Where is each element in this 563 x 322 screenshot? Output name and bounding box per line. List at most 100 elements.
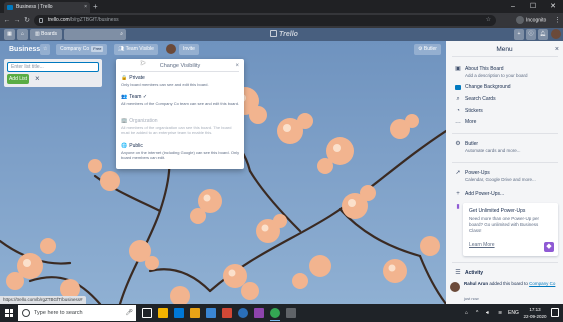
menu-change-background[interactable]: Change Background (454, 84, 560, 92)
incognito-indicator[interactable]: Incognito (516, 16, 546, 25)
browser-tab[interactable]: Business | Trello × (4, 2, 90, 13)
apps-icon[interactable]: ▦ (4, 29, 15, 40)
visibility-label: Team Visible (125, 46, 154, 52)
menu-about-board[interactable]: ▣ About This Board Add a description to … (454, 66, 560, 80)
globe-icon: 🌐 (121, 143, 128, 149)
trello-logo[interactable]: Trello (270, 29, 298, 40)
taskbar-search-box[interactable]: Type here to search 🎤︎ (18, 305, 136, 321)
edge-icon[interactable] (238, 308, 248, 318)
volume-icon[interactable]: 🔊︎ (486, 304, 489, 322)
close-window-icon[interactable]: ✕ (543, 0, 563, 13)
butler-label: Butler (423, 46, 437, 52)
visibility-option-private[interactable]: 🔒 Private Only board members can see and … (121, 75, 241, 87)
learn-more-link[interactable]: Learn More (469, 242, 495, 249)
back-icon[interactable]: ← (2, 13, 12, 28)
network-icon[interactable]: ⌂ (465, 304, 468, 322)
windows-start-icon[interactable] (5, 309, 13, 317)
visibility-popover: Change Visibility × 🔒 Private Only board … (116, 59, 244, 169)
list-title-input[interactable]: Enter list title... (7, 62, 99, 72)
notifications-bell-icon[interactable]: 🔔︎ (538, 29, 548, 40)
member-avatar[interactable] (166, 44, 176, 54)
address-bar[interactable]: trello.com/b/rgZTBGfT/business ☆ (34, 15, 496, 26)
lock-icon (39, 18, 43, 23)
chrome-menu-icon[interactable]: ⋮ (554, 13, 561, 28)
office-icon[interactable] (222, 308, 232, 318)
invite-button[interactable]: Invite (179, 44, 199, 55)
menu-divider (452, 162, 558, 163)
trello-favicon (7, 5, 13, 10)
app-icon[interactable] (254, 308, 264, 318)
app-icon[interactable] (286, 308, 296, 318)
menu-butler[interactable]: ⚙︎ Butler Automate cards and more... (454, 141, 560, 155)
clock-time: 17:13 (529, 307, 541, 312)
menu-power-ups[interactable]: ➚ Power-Ups Calendar, Google Drive and m… (454, 170, 560, 184)
menu-add-power-ups[interactable]: + Add Power-Ups... (454, 191, 560, 199)
notification-center-icon[interactable] (551, 308, 559, 317)
tray-arrow-icon[interactable]: ^ (476, 304, 478, 322)
popover-close-icon[interactable]: × (235, 62, 239, 70)
boards-button[interactable]: ▥ Boards (30, 29, 62, 40)
activity-user[interactable]: Rahul Arun (464, 281, 488, 286)
taskbar-clock[interactable]: 17:13 22-09-2020 (522, 306, 548, 320)
activity-user-avatar[interactable] (450, 282, 460, 292)
menu-more[interactable]: … More (454, 119, 560, 127)
reload-icon[interactable]: ↻ (22, 13, 32, 28)
wifi-icon[interactable]: ≋ (498, 304, 502, 322)
forward-icon[interactable]: → (12, 13, 22, 28)
header-search[interactable]: ⌕ (64, 29, 126, 40)
taskbar-search-placeholder: Type here to search (34, 310, 83, 316)
microphone-icon[interactable]: 🎤︎ (125, 305, 133, 321)
menu-divider (452, 133, 558, 134)
new-tab-button[interactable]: + (93, 1, 98, 12)
visibility-option-organization: 🏢 Organization All members of the organiz… (121, 118, 241, 135)
folder-icon[interactable] (190, 308, 200, 318)
visibility-option-public[interactable]: 🌐 Public Anyone on the internet (includin… (121, 143, 241, 160)
activity-entry: Rahul Arun added this board to Company C… (464, 281, 559, 287)
maximize-icon[interactable]: ☐ (523, 0, 543, 13)
trello-logo-icon (270, 30, 277, 37)
menu-item-label: Stickers (465, 108, 483, 114)
menu-activity[interactable]: ☰ Activity (454, 270, 560, 278)
board-icon: ▣ (455, 66, 461, 72)
about-title: About This Board (465, 66, 504, 72)
status-url-bubble: https://trello.com/b/rgZTBGfT/business# (0, 296, 86, 304)
home-icon[interactable]: ⌂ (17, 29, 28, 40)
chrome-icon[interactable] (270, 308, 280, 318)
menu-stickers[interactable]: ◔ Stickers (454, 108, 560, 116)
incognito-icon (516, 16, 524, 24)
visibility-button[interactable]: 👥︎ Team Visible (114, 44, 158, 55)
task-view-icon[interactable] (142, 308, 152, 318)
menu-divider (452, 56, 558, 57)
cancel-add-list-icon[interactable]: × (35, 74, 40, 84)
mail-icon[interactable] (206, 308, 216, 318)
star-board-icon[interactable]: ☆ (40, 44, 51, 55)
option-title: Team (129, 94, 142, 100)
trello-header: ▦ ⌂ ▥ Boards ⌕ Trello + ⓘ 🔔︎ (0, 28, 563, 41)
store-icon[interactable] (174, 308, 184, 318)
board-name[interactable]: Business (9, 44, 40, 55)
active-app-indicator (270, 320, 280, 321)
search-icon: ⌕ (456, 96, 460, 102)
minimize-icon[interactable]: – (503, 0, 523, 13)
tab-close-icon[interactable]: × (84, 2, 87, 13)
about-subtitle: Add a description to your board (465, 73, 528, 78)
info-icon[interactable]: ⓘ (526, 29, 536, 40)
lock-icon: 🔒 (121, 75, 128, 81)
language-indicator[interactable]: ENG (508, 304, 519, 322)
bookmark-star-icon[interactable]: ☆ (486, 15, 491, 26)
visibility-option-team[interactable]: 👥 Team ✓ All members of the Company Co te… (121, 94, 241, 106)
add-list-button[interactable]: Add List (7, 74, 29, 84)
user-avatar[interactable] (551, 29, 561, 39)
butler-icon: ⚙︎ (455, 141, 461, 147)
more-icon: … (455, 119, 461, 125)
butler-button[interactable]: ⚙︎ Butler (414, 44, 441, 55)
option-description: Only board members can see and edit this… (121, 82, 209, 87)
menu-close-icon[interactable]: × (555, 45, 559, 54)
team-button[interactable]: Company Co Free (56, 44, 108, 55)
mouse-cursor-icon: ➤ (140, 60, 146, 67)
menu-search-cards[interactable]: ⌕ Search Cards (454, 96, 560, 104)
activity-target-link[interactable]: Company Co (529, 281, 555, 286)
create-button[interactable]: + (514, 29, 524, 40)
option-title: Private (129, 75, 145, 81)
file-explorer-icon[interactable] (158, 308, 168, 318)
